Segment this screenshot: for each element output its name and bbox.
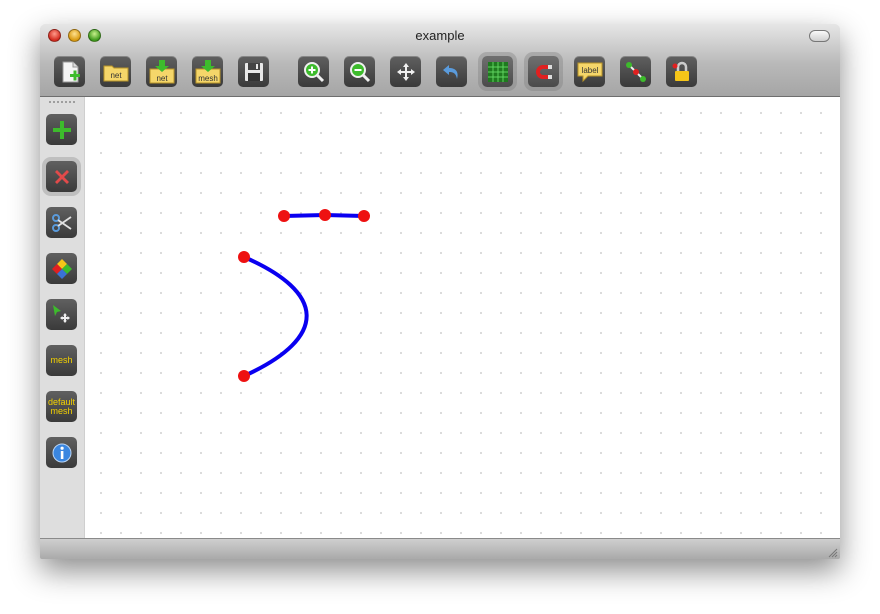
- show-nodes-button[interactable]: [620, 56, 651, 87]
- default-mesh-label-line2: mesh: [50, 405, 73, 416]
- magnet-icon: [535, 64, 552, 79]
- network-drawing: [238, 209, 370, 382]
- zoom-in-icon: [303, 61, 324, 82]
- mesh-tool-label: mesh: [50, 355, 73, 365]
- import-net-button[interactable]: net: [146, 56, 177, 87]
- grid-icon: [487, 61, 508, 82]
- lock-button[interactable]: [666, 56, 697, 87]
- import-icon: net: [149, 59, 174, 83]
- x-icon: [54, 169, 69, 184]
- scissors-icon: [51, 213, 72, 232]
- resize-grip-icon[interactable]: [827, 547, 838, 558]
- speech-bubble-icon: label: [577, 62, 602, 82]
- pan-button[interactable]: [390, 56, 421, 87]
- drawing-canvas[interactable]: [85, 97, 840, 538]
- floppy-disk-icon: [244, 62, 263, 81]
- app-window: example net net mesh label mesh default …: [40, 24, 840, 559]
- plus-icon: [52, 120, 71, 139]
- diamond-palette-icon: [51, 258, 72, 279]
- node[interactable]: [358, 210, 370, 222]
- new-document-icon: [62, 61, 80, 82]
- open-net-label: net: [110, 71, 122, 80]
- import-net-label: net: [156, 74, 168, 83]
- node[interactable]: [319, 209, 331, 221]
- undo-button[interactable]: [436, 56, 467, 87]
- label-button[interactable]: label: [574, 56, 605, 87]
- delete-tool[interactable]: [46, 161, 77, 192]
- add-tool[interactable]: [46, 114, 77, 145]
- zoom-out-icon: [349, 61, 370, 82]
- zoom-out-button[interactable]: [344, 56, 375, 87]
- folder-icon: net: [103, 65, 128, 81]
- info-icon: [52, 443, 71, 462]
- move-arrows-icon: [396, 62, 415, 81]
- save-button[interactable]: [238, 56, 269, 87]
- default-mesh-tool[interactable]: default mesh: [46, 391, 77, 422]
- node-line-icon: [625, 61, 646, 82]
- grid-toggle-button[interactable]: [482, 56, 513, 87]
- pointer-move-icon: [52, 304, 70, 323]
- sidebar-grip-handle[interactable]: [48, 100, 76, 104]
- title-toolbar: example net net mesh label: [40, 24, 840, 97]
- new-file-button[interactable]: [54, 56, 85, 87]
- mesh-tool[interactable]: mesh: [46, 345, 77, 376]
- label-button-text: label: [581, 66, 598, 75]
- window-title: example: [415, 28, 465, 43]
- color-tool[interactable]: [46, 253, 77, 284]
- toolbar-toggle-button[interactable]: [809, 30, 830, 42]
- node[interactable]: [278, 210, 290, 222]
- default-mesh-tool-label: default mesh: [48, 397, 75, 416]
- import-icon: mesh: [195, 59, 220, 83]
- cut-tool[interactable]: [46, 207, 77, 238]
- node[interactable]: [238, 251, 250, 263]
- lock-icon: [672, 61, 689, 81]
- info-tool[interactable]: [46, 437, 77, 468]
- curved-edge[interactable]: [242, 255, 309, 378]
- status-bar: [40, 538, 840, 559]
- select-move-tool[interactable]: [46, 299, 77, 330]
- tool-sidebar: mesh default mesh: [40, 97, 85, 538]
- import-mesh-label: mesh: [198, 74, 218, 83]
- snap-magnet-button[interactable]: [528, 56, 559, 87]
- node[interactable]: [238, 370, 250, 382]
- open-net-button[interactable]: net: [100, 56, 131, 87]
- import-mesh-button[interactable]: mesh: [192, 56, 223, 87]
- undo-arrow-icon: [442, 64, 458, 79]
- zoom-in-button[interactable]: [298, 56, 329, 87]
